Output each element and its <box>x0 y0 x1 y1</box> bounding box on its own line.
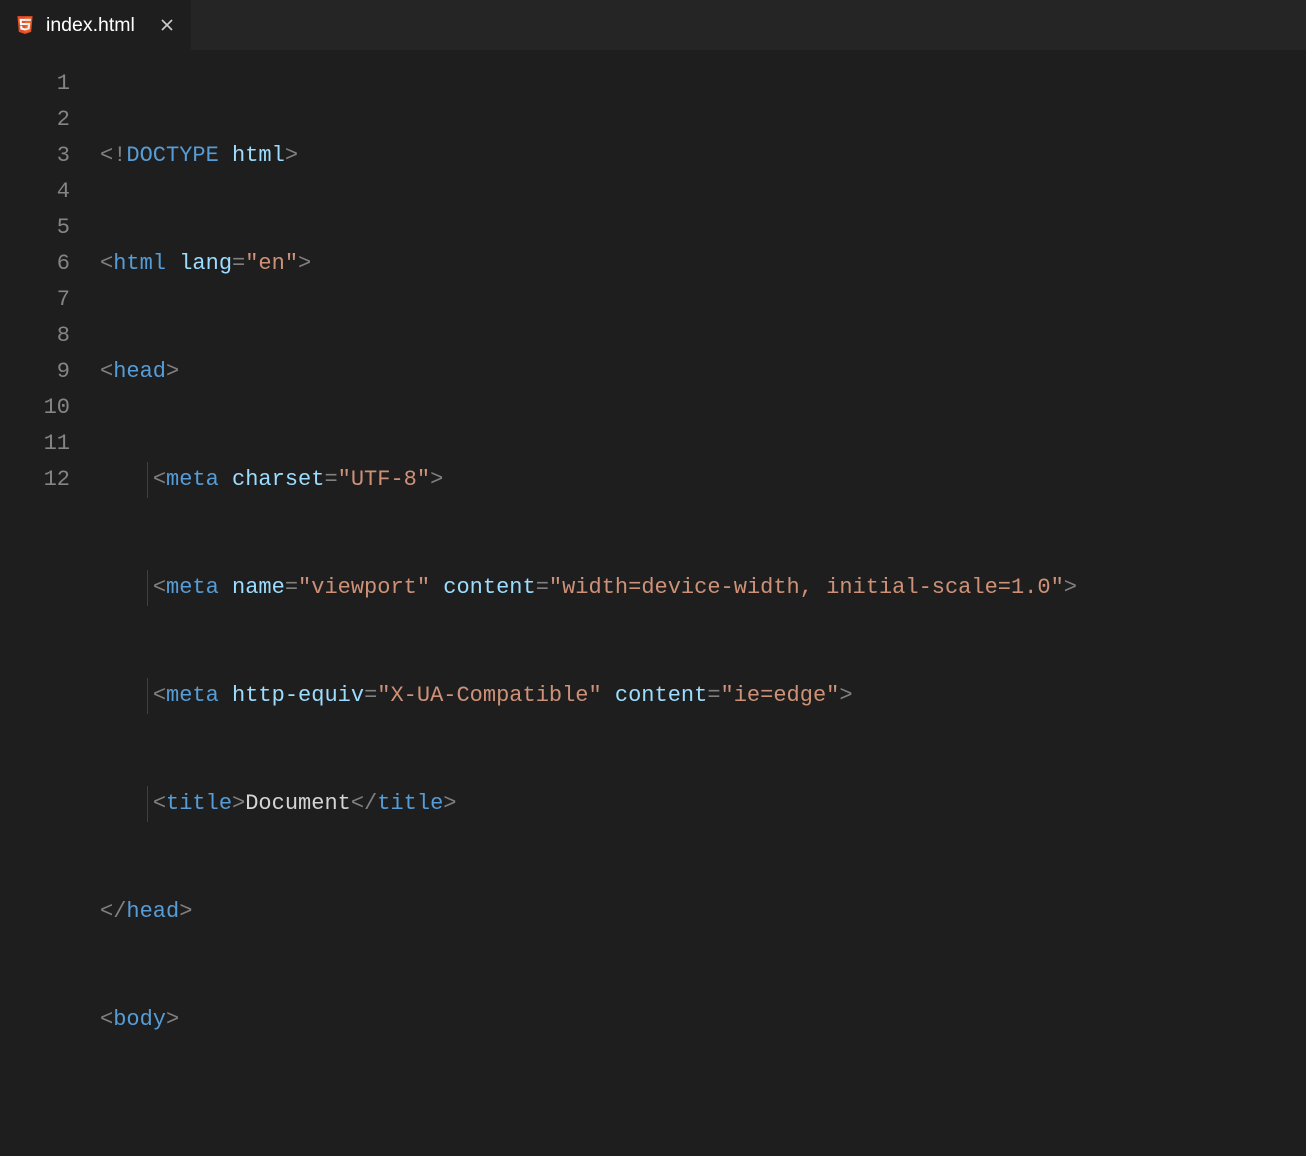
line-number: 3 <box>0 138 70 174</box>
code-line: <title>Document</title> <box>100 786 1306 822</box>
close-icon[interactable] <box>157 15 177 35</box>
editor-tab-index-html[interactable]: index.html <box>0 0 192 50</box>
line-number: 6 <box>0 246 70 282</box>
code-editor[interactable]: 1 2 3 4 5 6 7 8 9 10 11 12 <!DOCTYPE htm… <box>0 50 1306 578</box>
line-number: 10 <box>0 390 70 426</box>
line-number: 12 <box>0 462 70 498</box>
line-number: 11 <box>0 426 70 462</box>
line-number: 8 <box>0 318 70 354</box>
code-line: <html lang="en"> <box>100 246 1306 282</box>
code-line: <!DOCTYPE html> <box>100 138 1306 174</box>
line-number: 4 <box>0 174 70 210</box>
code-line: <meta http-equiv="X-UA-Compatible" conte… <box>100 678 1306 714</box>
code-content[interactable]: <!DOCTYPE html> <html lang="en"> <head> … <box>100 66 1306 578</box>
code-line: </head> <box>100 894 1306 930</box>
line-number: 5 <box>0 210 70 246</box>
code-line: <head> <box>100 354 1306 390</box>
line-number-gutter: 1 2 3 4 5 6 7 8 9 10 11 12 <box>0 66 100 578</box>
code-line: <meta charset="UTF-8"> <box>100 462 1306 498</box>
code-line: <meta name="viewport" content="width=dev… <box>100 570 1306 606</box>
line-number: 9 <box>0 354 70 390</box>
html5-icon <box>14 14 36 36</box>
code-line: <body> <box>100 1002 1306 1038</box>
code-line <box>100 1110 1306 1146</box>
line-number: 7 <box>0 282 70 318</box>
tab-filename: index.html <box>46 14 135 37</box>
line-number: 1 <box>0 66 70 102</box>
line-number: 2 <box>0 102 70 138</box>
tab-bar: index.html <box>0 0 1306 50</box>
